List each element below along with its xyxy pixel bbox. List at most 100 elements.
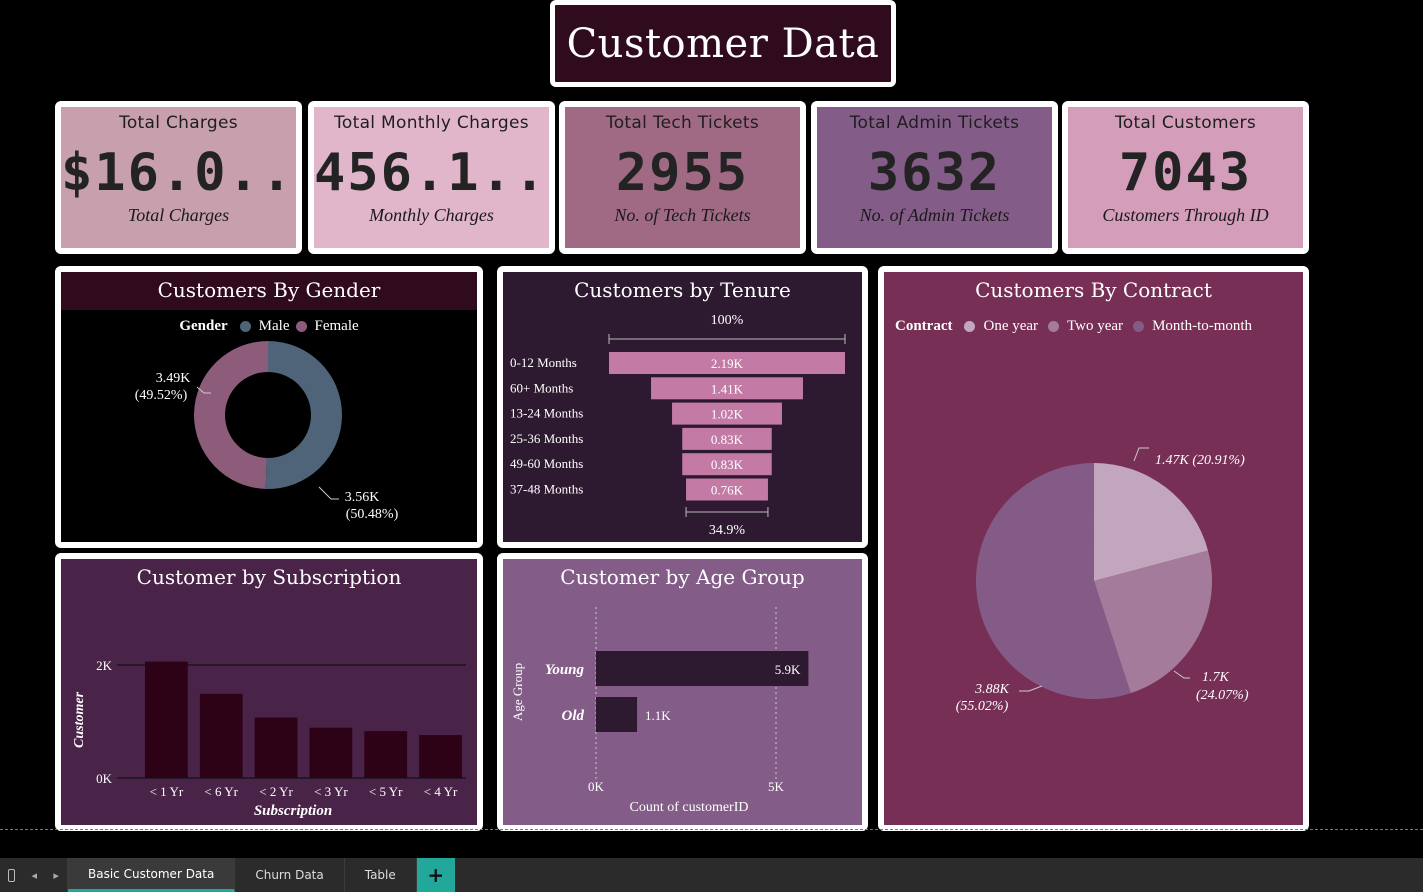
legend-female-swatch [295, 321, 307, 332]
y-tick-label: 0K [96, 771, 113, 786]
x-axis-title: Count of customerID [630, 800, 749, 815]
x-tick-label: < 5 Yr [369, 784, 403, 799]
kpi-total-charges[interactable]: Total Charges $16.0... Total Charges [55, 101, 302, 254]
agegroup-chart-panel[interactable]: Customer by Age Group Young 5.9K Old 1.1K Ag… [497, 553, 868, 831]
subscription-bar-chart[interactable]: 2K 0K Customer < 1 Yr < 6 Yr < 2 Yr < 3 Yr < 5 … [61, 597, 477, 825]
x-tick-label: < 6 Yr [204, 784, 238, 799]
contract-chart-panel[interactable]: Customers By Contract Contract One year … [878, 266, 1309, 831]
leader-line [318, 486, 339, 500]
tab-next-icon[interactable]: ▸ [53, 869, 59, 882]
agegroup-bar[interactable] [596, 697, 638, 732]
subscription-chart-title: Customer by Subscription [136, 565, 402, 589]
funnel-value-label: 1.41K [711, 381, 744, 396]
bar-value-label: 1.1K [645, 708, 671, 723]
leader-line [1019, 685, 1043, 692]
kpi-subtitle: Customers Through ID [1102, 205, 1269, 225]
legend-one-year-label: One year [983, 318, 1039, 334]
funnel-category-label: 60+ Months [510, 380, 573, 395]
kpi-total-customers[interactable]: Total Customers 7043 Customers Through I… [1062, 101, 1309, 254]
funnel-bottom-label: 34.9% [709, 523, 746, 538]
y-axis-title: Age Group [510, 663, 525, 721]
y-category-label: Old [562, 708, 585, 724]
donut-slice-female[interactable] [194, 341, 268, 489]
kpi-title: Total Charges [119, 113, 238, 133]
funnel-category-label: 0-12 Months [510, 355, 577, 370]
page-divider [0, 829, 1423, 830]
month-data-label: 3.88K [974, 682, 1010, 697]
x-axis-title: Subscription [254, 803, 332, 819]
kpi-value: 7043 [1118, 143, 1253, 203]
subscription-bar[interactable] [309, 727, 353, 778]
x-tick-label: < 4 Yr [424, 784, 458, 799]
x-tick-label: < 1 Yr [150, 784, 184, 799]
funnel-value-label: 0.83K [711, 432, 744, 447]
add-page-button[interactable]: + [416, 858, 455, 892]
tenure-bars[interactable]: 0-12 Months 2.19K 60+ Months 1.41K 13-24 Mon… [510, 352, 845, 501]
leader-line [1133, 447, 1149, 462]
subscription-chart-panel[interactable]: Customer by Subscription 2K 0K Customer < 1… [55, 553, 483, 831]
two-year-pct-label: (24.07%) [1196, 688, 1249, 703]
tenure-chart-panel[interactable]: Customers by Tenure 100% 0-12 Months 2.19… [497, 266, 868, 548]
tenure-chart-title: Customers by Tenure [574, 278, 791, 302]
leader-line [1173, 670, 1190, 679]
kpi-total-admin-tickets[interactable]: Total Admin Tickets 3632 No. of Admin Ti… [811, 101, 1058, 254]
contract-legend[interactable]: Contract One year Two year Month-to-mont… [895, 318, 1303, 335]
tab-prev-icon[interactable]: ◂ [31, 869, 37, 882]
female-data-label: 3.49K [156, 371, 191, 386]
legend-month-swatch [1133, 321, 1145, 332]
month-pct-label: (55.02%) [956, 699, 1009, 714]
x-tick-label: 0K [588, 779, 605, 794]
two-year-data-label: 1.7K [1202, 670, 1230, 685]
agegroup-bar-chart[interactable]: Young 5.9K Old 1.1K Age Group 0K 5K Count of cu… [503, 597, 862, 825]
kpi-value: $16.0... [61, 143, 302, 203]
y-axis-title: Customer [72, 691, 87, 748]
x-tick-label: 5K [768, 779, 785, 794]
tenure-funnel-chart[interactable]: 100% 0-12 Months 2.19K 60+ Months 1.41K 13-2… [503, 310, 862, 542]
kpi-title: Total Admin Tickets [849, 113, 1020, 133]
legend-two-year-label: Two year [1067, 318, 1124, 334]
funnel-category-label: 25-36 Months [510, 431, 583, 446]
page-tab-bar: ◂ ▸ Basic Customer Data Churn Data Table… [0, 858, 1423, 892]
kpi-value: 456.1... [314, 143, 555, 203]
subscription-bar[interactable] [419, 735, 462, 778]
bar-value-label: 5.9K [775, 662, 801, 677]
legend-one-year-swatch [964, 321, 976, 332]
contract-pie-chart[interactable]: 1.47K (20.91%) 1.7K (24.07%) 3.88K (55.0… [884, 341, 1303, 831]
tab-churn-data[interactable]: Churn Data [235, 858, 345, 892]
tab-basic-customer-data[interactable]: Basic Customer Data [68, 858, 236, 892]
kpi-subtitle: No. of Tech Tickets [614, 205, 751, 225]
kpi-title: Total Monthly Charges [334, 113, 529, 133]
kpi-subtitle: Monthly Charges [369, 205, 494, 225]
legend-title: Contract [895, 318, 953, 334]
y-tick-label: 2K [96, 658, 113, 673]
kpi-total-tech-tickets[interactable]: Total Tech Tickets 2955 No. of Tech Tick… [559, 101, 806, 254]
donut-slice-male[interactable] [265, 341, 343, 489]
funnel-value-label: 2.19K [711, 356, 744, 371]
funnel-category-label: 13-24 Months [510, 406, 583, 421]
kpi-subtitle: Total Charges [127, 205, 230, 225]
gender-chart-title: Customers By Gender [61, 272, 477, 310]
kpi-subtitle: No. of Admin Tickets [859, 205, 1010, 225]
agegroup-chart-title: Customer by Age Group [560, 565, 805, 589]
female-pct-label: (49.52%) [135, 388, 188, 403]
tab-table[interactable]: Table [345, 858, 417, 892]
legend-male-swatch [239, 321, 251, 332]
subscription-bar[interactable] [254, 717, 298, 778]
mobile-layout-icon[interactable] [8, 868, 16, 882]
x-tick-label: < 2 Yr [259, 784, 293, 799]
kpi-total-monthly-charges[interactable]: Total Monthly Charges 456.1... Monthly C… [308, 101, 555, 254]
funnel-top-label: 100% [711, 313, 744, 328]
funnel-value-label: 1.02K [711, 407, 744, 422]
x-tick-label: < 3 Yr [314, 784, 348, 799]
subscription-bar[interactable] [364, 731, 408, 778]
gender-chart-panel[interactable]: Customers By Gender Gender Male Female 3… [55, 266, 483, 548]
tab-navigation: ◂ ▸ [0, 858, 68, 892]
kpi-value: 3632 [867, 143, 1002, 203]
gender-donut-chart[interactable]: 3.49K (49.52%) 3.56K (50.48%) [61, 333, 477, 548]
male-pct-label: (50.48%) [346, 507, 399, 522]
kpi-title: Total Customers [1114, 113, 1257, 133]
subscription-bar[interactable] [145, 661, 188, 778]
contract-chart-title: Customers By Contract [975, 278, 1212, 302]
male-data-label: 3.56K [345, 490, 380, 505]
subscription-bar[interactable] [199, 693, 243, 778]
